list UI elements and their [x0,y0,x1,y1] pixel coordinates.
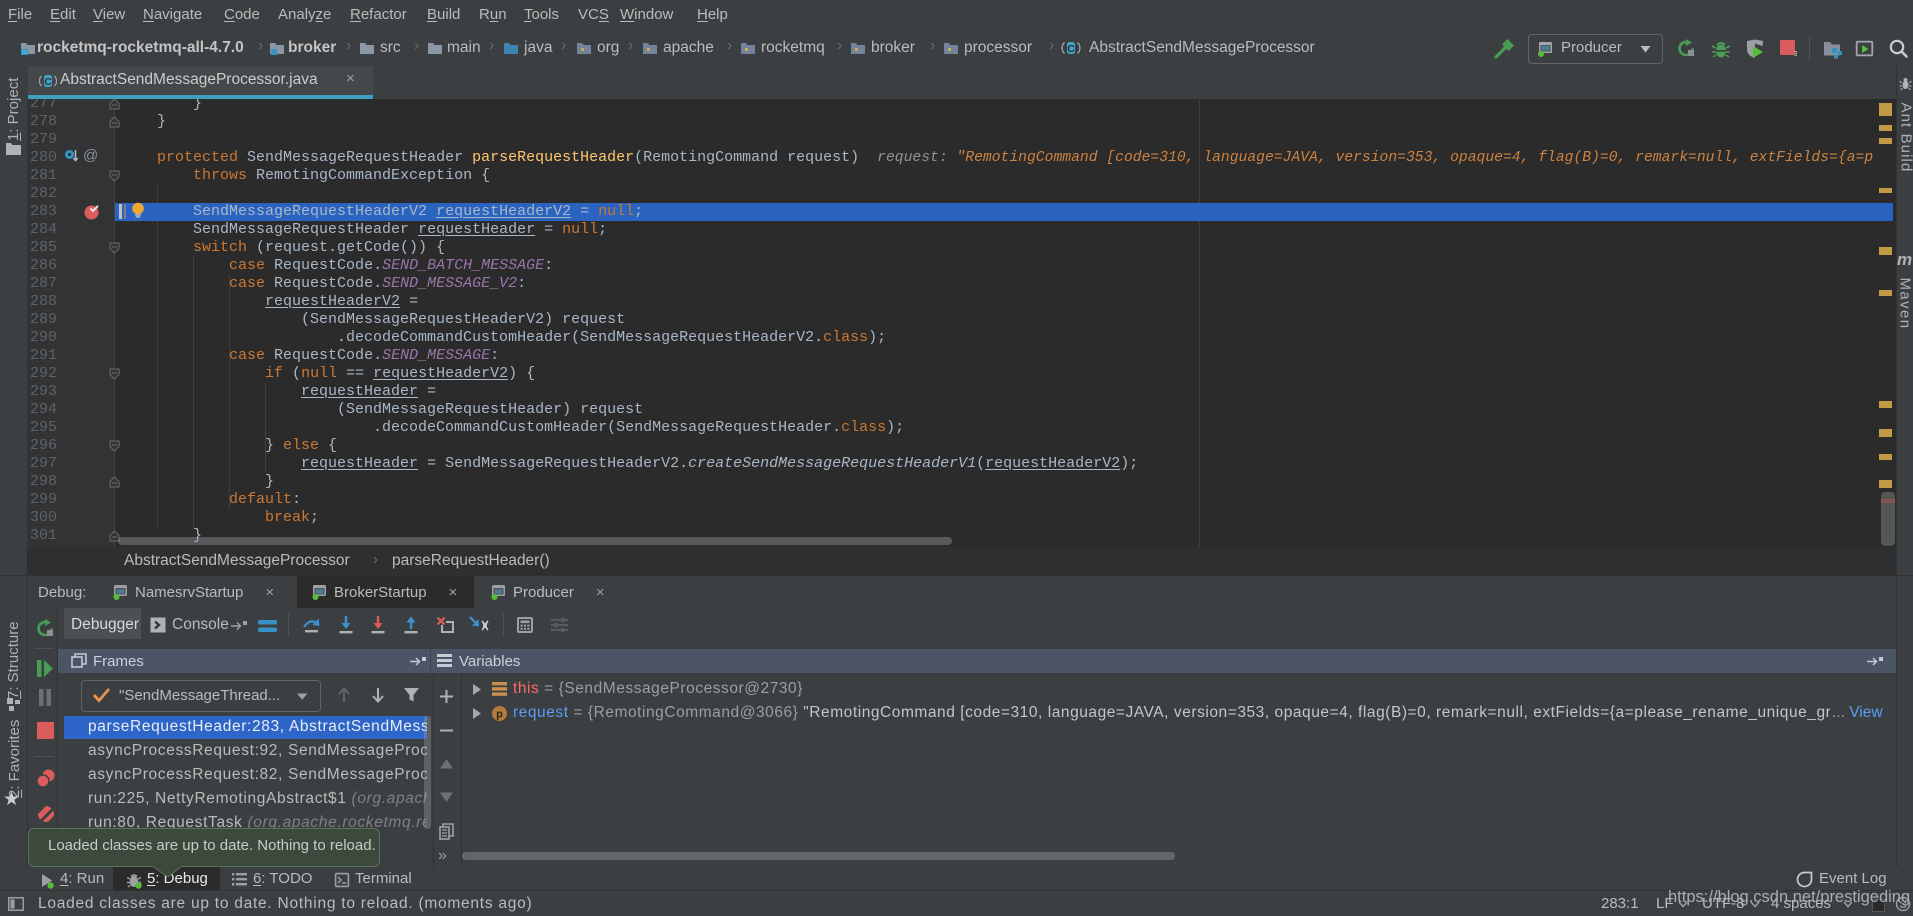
svg-text:C: C [1067,43,1075,55]
svg-text:p: p [496,709,503,721]
svg-text:C: C [44,76,52,88]
svg-text:3: 3 [1794,51,1797,57]
